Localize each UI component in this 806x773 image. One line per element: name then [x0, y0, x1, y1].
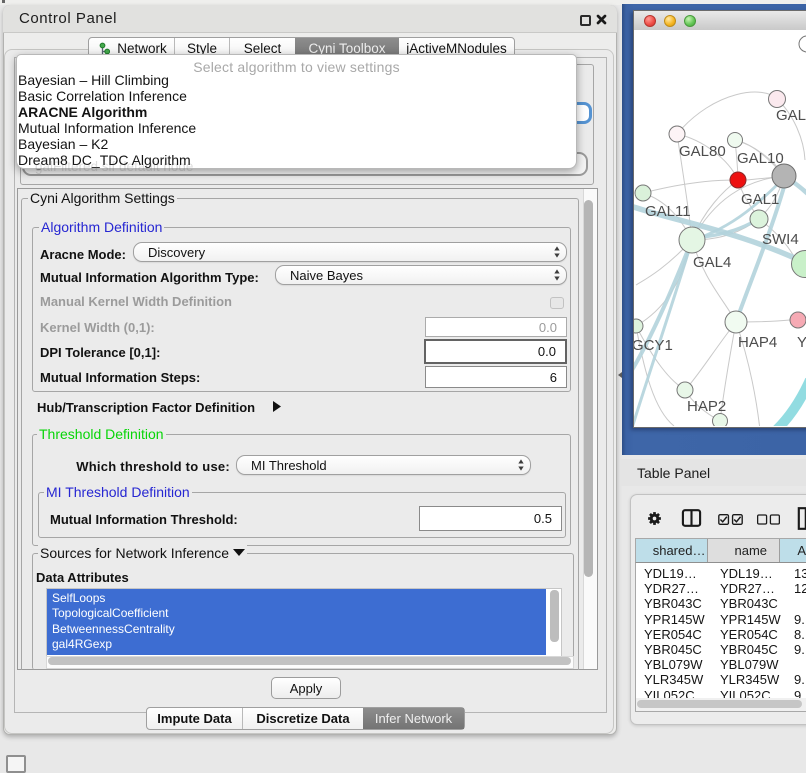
- svg-text:GAL7: GAL7: [776, 107, 806, 124]
- svg-text:GAL4: GAL4: [693, 254, 731, 271]
- svg-text:GAL1: GAL1: [741, 191, 779, 208]
- svg-text:Y: Y: [797, 334, 806, 351]
- svg-text:HAP4: HAP4: [738, 334, 777, 351]
- svg-text:GAL80: GAL80: [679, 143, 726, 160]
- svg-text:SWI4: SWI4: [762, 231, 799, 248]
- svg-text:GCY1: GCY1: [634, 337, 673, 354]
- svg-text:GAL11: GAL11: [645, 203, 691, 220]
- svg-text:HAP2: HAP2: [687, 398, 726, 415]
- svg-text:GAL10: GAL10: [737, 150, 784, 167]
